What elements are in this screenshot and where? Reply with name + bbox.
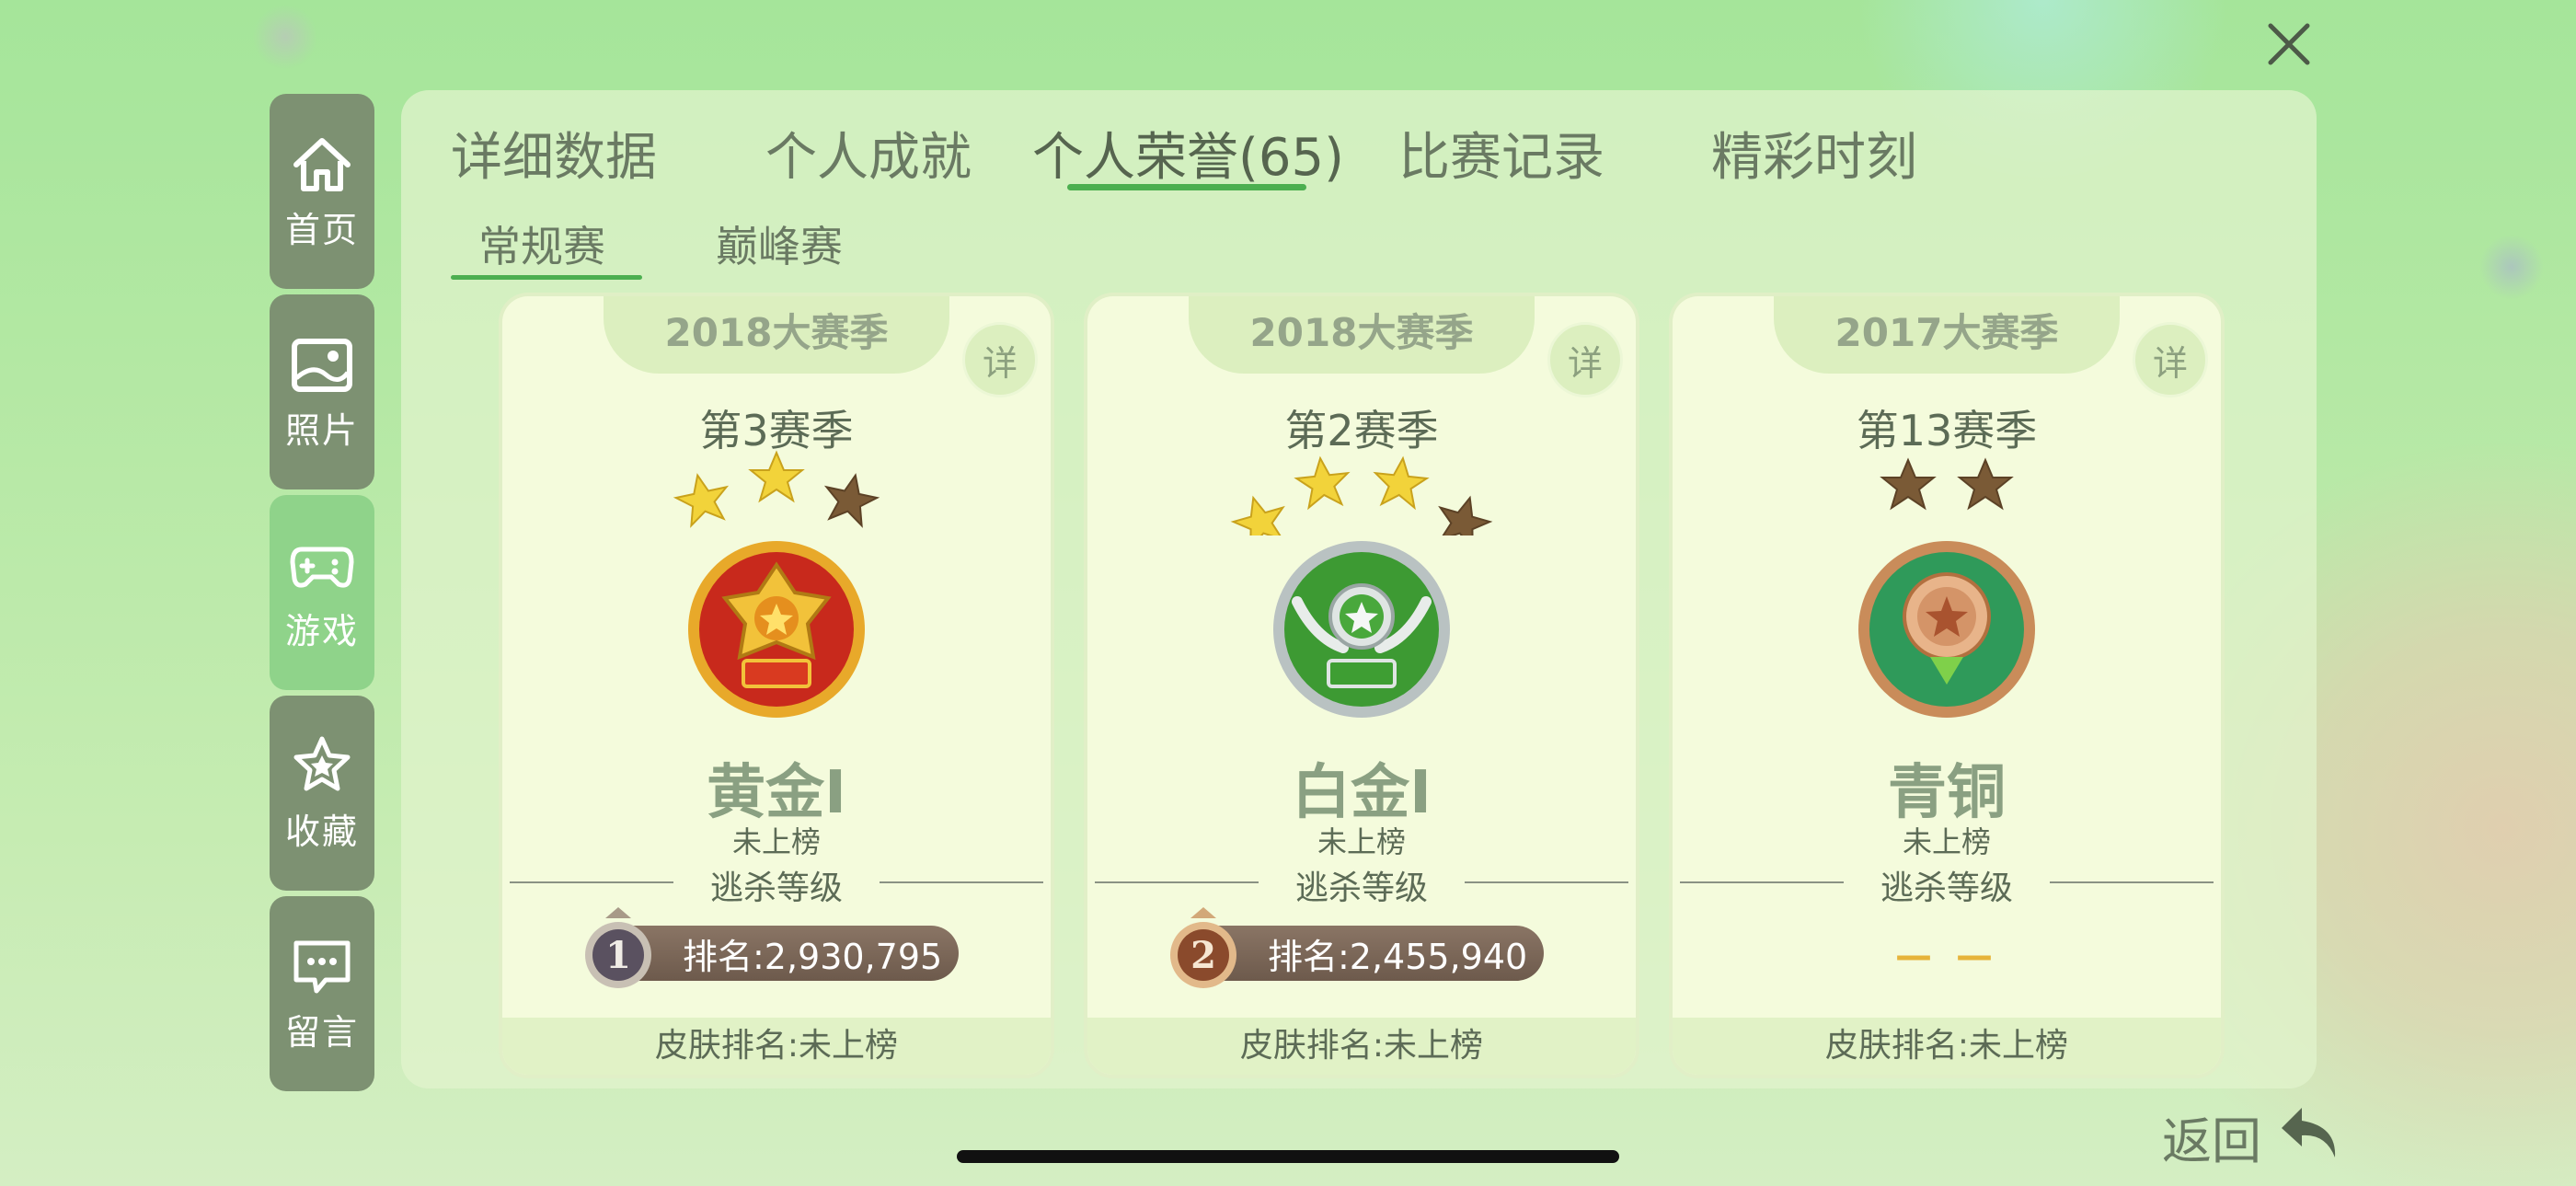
sidebar: 首页 照片 游戏 收藏 留言 [270,94,374,1097]
star-empty-icon [1959,459,2012,509]
tab-match-records[interactable]: 比赛记录 [1398,116,1604,190]
escape-level-label: 逃杀等级 [1294,869,1428,907]
rank-status: 未上榜 [1902,824,1991,859]
star-filled-icon [1227,489,1293,535]
sidebar-item-home[interactable]: 首页 [270,94,374,289]
rank-name: 青铜 [1888,759,2006,827]
escape-rank-pill: 2 排名:2,455,940 [1170,907,1544,988]
season-card: 2018大赛季 详 第2赛季 白金I 未上榜 逃杀等级 2 排名:2,455,9… [1087,296,1636,1075]
rank-stars [1881,459,2012,509]
sidebar-item-label: 首页 [284,209,359,250]
platinum-medal-icon [1273,541,1450,718]
star-filled-icon [750,452,803,501]
star-empty-icon [1881,459,1935,509]
escape-level-label: 逃杀等级 [709,869,843,907]
star-filled-icon [1371,455,1430,510]
star-empty-icon [819,468,882,529]
rank-badge-2-icon: 2 [1170,907,1236,988]
home-indicator [957,1150,1619,1163]
rank-stars [671,452,882,529]
close-icon [2268,23,2310,65]
back-button[interactable]: 返回 [2162,1100,2336,1173]
star-icon [293,736,351,790]
escape-rank-value: — — [1895,935,1998,977]
rank-badge-number: 1 [605,934,631,977]
sidebar-item-favorites[interactable]: 收藏 [270,696,374,891]
back-arrow-icon [2282,1108,2336,1157]
tab-honors[interactable]: 个人荣誉(65) [1032,116,1344,190]
skin-rank: 皮肤排名:未上榜 [1673,1018,2221,1075]
escape-rank-value: 排名:2,930,795 [683,936,943,977]
rank-stars [1227,455,1496,535]
sidebar-item-games[interactable]: 游戏 [270,495,374,690]
bronze-medal-icon [1858,541,2035,718]
star-filled-icon [671,468,734,529]
tab-active-indicator [1067,184,1306,190]
subtab-regular-season[interactable]: 常规赛 [478,213,605,274]
escape-level-label: 逃杀等级 [1880,869,2013,907]
gold-medal-icon [688,541,865,718]
rank-name: 白金I [1292,759,1432,827]
star-filled-icon [1294,455,1352,510]
rank-badge-number: 2 [1190,934,1216,977]
close-button[interactable] [2263,18,2315,70]
tab-highlights[interactable]: 精彩时刻 [1711,116,1917,190]
sidebar-item-label: 照片 [284,409,359,451]
rank-badge-1-icon: 1 [585,907,651,988]
sidebar-item-label: 游戏 [284,610,359,651]
season-card: 2018大赛季 详 第3赛季 黄金I 未上榜 逃杀等级 1 排名:2,930,7… [502,296,1051,1075]
tab-achievements[interactable]: 个人成就 [765,116,972,190]
message-icon [293,940,351,993]
sidebar-item-photos[interactable]: 照片 [270,294,374,489]
star-empty-icon [1431,489,1496,535]
tab-detailed-data[interactable]: 详细数据 [451,116,657,190]
subtab-peak-season[interactable]: 巅峰赛 [716,213,843,274]
sidebar-item-label: 收藏 [284,811,359,852]
season-card: 2017大赛季 详 第13赛季 青铜 未上榜 逃杀等级 — — 皮肤排名:未上榜 [1673,296,2221,1075]
skin-rank: 皮肤排名:未上榜 [502,1018,1051,1075]
rank-status: 未上榜 [1317,824,1406,859]
sidebar-item-label: 留言 [284,1011,359,1053]
rank-status: 未上榜 [731,824,821,859]
home-icon [293,137,351,191]
subtab-active-indicator [451,275,642,280]
sidebar-item-messages[interactable]: 留言 [270,896,374,1091]
escape-rank-pill: 1 排名:2,930,795 [585,907,959,988]
gamepad-icon [290,547,354,588]
rank-name: 黄金I [707,759,846,827]
photo-icon [292,338,352,392]
skin-rank: 皮肤排名:未上榜 [1087,1018,1636,1075]
back-label: 返回 [2162,1112,2261,1170]
escape-rank-value: 排名:2,455,940 [1268,936,1528,977]
